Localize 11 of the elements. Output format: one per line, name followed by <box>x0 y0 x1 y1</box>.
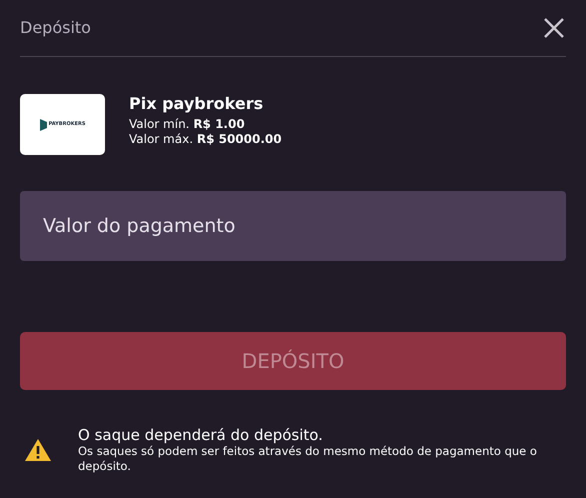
dialog-title: Depósito <box>20 17 91 39</box>
close-icon <box>543 17 565 39</box>
notice-title: O saque dependerá do depósito. <box>78 426 324 444</box>
notice-text: Os saques só podem ser feitos através do mesmo método de pagamento que o depósito. <box>78 444 538 474</box>
max-value: Valor máx. R$ 50000.00 <box>129 132 282 147</box>
close-button[interactable] <box>542 16 566 40</box>
warning-icon <box>24 438 52 462</box>
method-name: Pix paybrokers <box>129 94 264 114</box>
amount-field[interactable]: Valor do pagamento <box>20 191 566 261</box>
min-value: Valor mín. R$ 1.00 <box>129 117 246 132</box>
logo-mark-icon <box>40 118 47 130</box>
